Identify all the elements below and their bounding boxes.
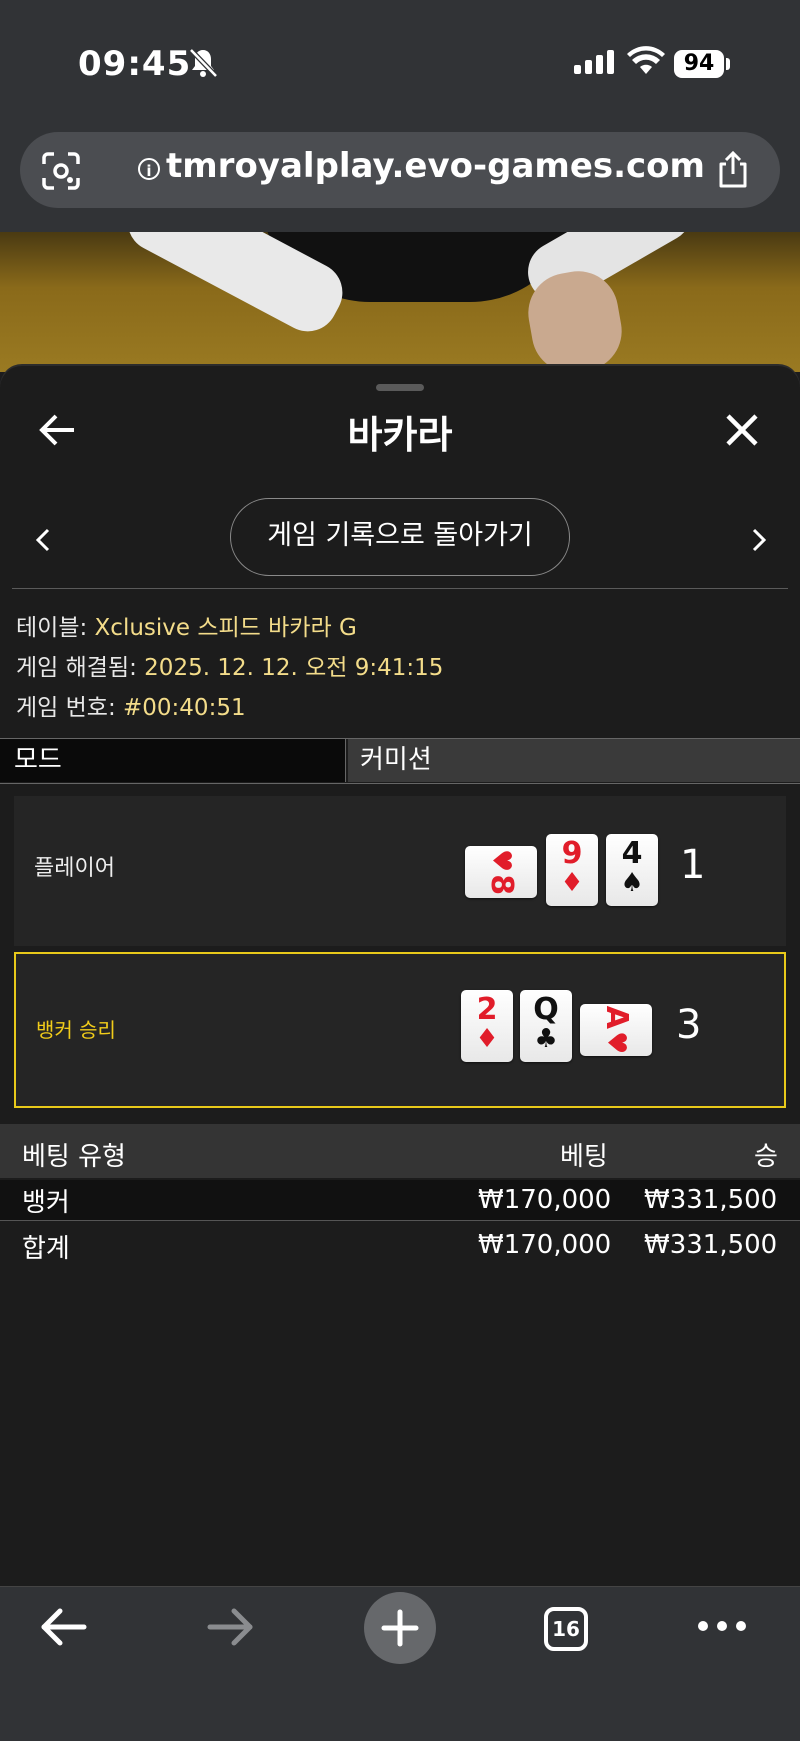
commission-label: 커미션 [348,739,800,782]
forward-arrow-icon[interactable] [206,1606,256,1648]
table-label: 테이블: [16,615,95,641]
bet-table-header: 베팅 유형 베팅 승 [0,1124,800,1178]
new-tab-button[interactable] [364,1592,436,1664]
header-bet: 베팅 [560,1142,608,1172]
total-row: 합계 ₩170,000 ₩331,500 [0,1222,800,1266]
card: A ♥ [580,1004,652,1056]
back-to-history-button[interactable]: 게임 기록으로 돌아가기 [230,498,570,576]
card-suit: ♥ [486,848,516,873]
share-icon[interactable] [716,150,750,190]
header-win: 승 [754,1142,778,1172]
chevron-left-icon[interactable] [30,524,58,556]
table-row: 뱅커 ₩170,000 ₩331,500 [0,1180,800,1221]
bell-slash-icon [189,48,218,78]
card-suit: ♥ [601,1030,631,1055]
info-icon[interactable]: i [138,158,160,180]
url-text[interactable]: tmroyalplay.evo-games.com [166,146,705,186]
total-bet-amount: ₩170,000 [478,1230,612,1260]
clock: 09:45 [78,44,192,84]
banker-hand-row [14,952,786,1108]
resolved-label: 게임 해결됨: [16,655,145,681]
card: 9 ♦ [546,834,598,906]
card: 2 ♦ [461,990,513,1062]
lens-icon[interactable] [40,150,82,192]
game-number-value: #00:40:51 [123,695,246,721]
divider [12,588,788,589]
signal-icon [574,50,618,74]
card-rank: 4 [621,836,643,871]
resolved-value: 2025. 12. 12. 오전 9:41:15 [144,655,444,681]
total-label: 합계 [22,1234,70,1264]
row-bet-type: 뱅커 [22,1188,70,1218]
banker-win-label: 뱅커 승리 [36,1018,116,1042]
plus-icon [381,1609,419,1647]
battery-icon: 94 [674,50,724,78]
page-title: 바카라 [347,413,453,457]
player-hand-row [14,796,786,946]
mode-label: 모드 [0,739,346,782]
chevron-right-icon[interactable] [744,524,772,556]
live-video-feed [0,232,800,372]
battery-tip [726,58,730,70]
card-rank: 9 [561,836,583,871]
banker-score: 3 [676,1002,702,1048]
table-value: Xclusive 스피드 바카라 G [94,615,357,641]
card-suit: ♦ [560,868,584,898]
card-rank: A [599,1005,634,1029]
player-label: 플레이어 [34,856,115,881]
game-number-info: 게임 번호: #00:40:51 [16,688,246,722]
card-suit: ♣ [534,1024,558,1054]
more-icon[interactable] [696,1616,748,1636]
drag-handle[interactable] [376,384,424,391]
header-bet-type: 베팅 유형 [22,1142,126,1172]
card: 4 ♠ [606,834,658,906]
total-win-amount: ₩331,500 [644,1230,778,1260]
table-info: 테이블: Xclusive 스피드 바카라 G [16,608,357,642]
row-win-amount: ₩331,500 [644,1185,778,1215]
card-rank: 2 [476,992,498,1027]
tabs-button[interactable]: 16 [544,1607,588,1651]
card: ♥ 8 [465,846,537,898]
card-rank: 8 [484,874,519,896]
row-bet-amount: ₩170,000 [478,1185,612,1215]
back-arrow-icon[interactable] [38,1606,88,1648]
card-suit: ♠ [620,868,644,898]
game-number-label: 게임 번호: [16,695,124,721]
card: Q ♣ [520,990,572,1062]
wifi-icon [627,46,665,74]
close-icon[interactable] [722,410,762,450]
resolved-info: 게임 해결됨: 2025. 12. 12. 오전 9:41:15 [16,648,443,682]
card-suit: ♦ [475,1024,499,1054]
player-score: 1 [680,842,706,888]
card-rank: Q [533,992,559,1027]
